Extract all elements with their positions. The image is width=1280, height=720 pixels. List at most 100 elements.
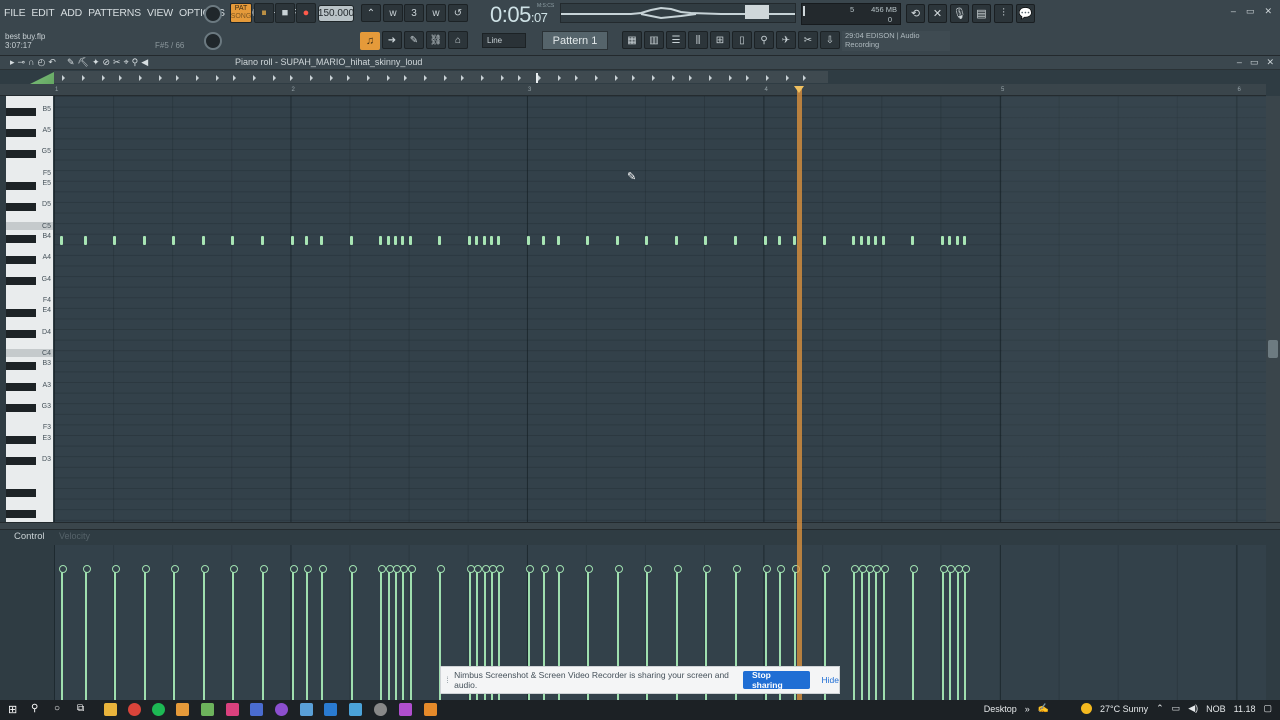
language-indicator[interactable]: NOB [1206, 704, 1226, 714]
note[interactable] [401, 236, 405, 245]
master-volume-knob[interactable] [204, 5, 222, 23]
app-blue-icon[interactable] [250, 703, 263, 716]
loop-record-icon[interactable]: ↺ [448, 4, 468, 22]
black-key[interactable] [6, 457, 36, 466]
black-key[interactable] [6, 181, 36, 190]
countdown-icon[interactable]: 3 [404, 4, 424, 22]
control-param-label[interactable]: Velocity [59, 531, 90, 541]
note[interactable] [615, 236, 619, 245]
black-key[interactable] [6, 128, 36, 137]
minimize-icon[interactable]: – [1231, 6, 1236, 17]
snap-icon[interactable]: ∩ [28, 57, 34, 68]
note[interactable] [490, 236, 494, 245]
velocity-bar[interactable] [947, 565, 956, 700]
note[interactable] [482, 236, 486, 245]
draw-tool-icon[interactable]: ✎ [67, 57, 75, 68]
velocity-bar[interactable] [141, 565, 150, 700]
note[interactable] [172, 236, 176, 245]
bar-ruler[interactable] [0, 84, 1266, 96]
steam-icon[interactable] [349, 703, 362, 716]
plugin-picker-icon[interactable]: ✕ [928, 4, 947, 23]
hide-banner-link[interactable]: Hide [822, 675, 839, 685]
weather-text[interactable]: 27°C Sunny [1100, 704, 1148, 714]
black-key[interactable] [6, 404, 36, 413]
velocity-bar[interactable] [289, 565, 298, 700]
zoom-tool-icon[interactable]: ⚲ [132, 57, 139, 68]
chevron-right-icon[interactable]: » [1025, 704, 1030, 714]
pattern-select[interactable]: Pattern 1 [542, 31, 608, 50]
velocity-bar[interactable] [112, 565, 121, 700]
note[interactable] [475, 236, 479, 245]
note[interactable] [793, 236, 797, 245]
maximize-icon[interactable]: ▭ [1246, 6, 1255, 17]
velocity-bar[interactable] [962, 565, 971, 700]
note[interactable] [497, 236, 501, 245]
velocity-bar[interactable] [82, 565, 91, 700]
nimbus-icon[interactable] [201, 703, 214, 716]
metronome-icon[interactable]: ⌃ [361, 4, 381, 22]
step-sequencer-icon[interactable]: ▥ [644, 31, 664, 49]
velocity-bar[interactable] [865, 565, 874, 700]
note[interactable] [386, 236, 390, 245]
velocity-bar[interactable] [200, 565, 209, 700]
note[interactable] [556, 236, 560, 245]
search-icon[interactable]: ⚲ [31, 703, 44, 716]
velocity-bar[interactable] [58, 565, 67, 700]
cortana-icon[interactable]: ○ [54, 703, 67, 716]
velocity-bar[interactable] [407, 565, 416, 700]
chrome-icon[interactable] [128, 703, 141, 716]
note[interactable] [379, 236, 383, 245]
menu-add[interactable]: ADD [61, 7, 83, 19]
select-tool-icon[interactable]: ⌖ [124, 57, 129, 68]
pattern-timeline-strip[interactable] [54, 71, 828, 83]
chat-icon[interactable]: 💬 [1016, 4, 1035, 23]
wrench-icon[interactable]: ✈ [776, 31, 796, 49]
note[interactable] [393, 236, 397, 245]
note[interactable] [852, 236, 856, 245]
paint-tool-icon[interactable]: ⛏ [78, 57, 89, 68]
note[interactable] [704, 236, 708, 245]
note[interactable] [955, 236, 959, 245]
note[interactable] [113, 236, 117, 245]
tempo-display[interactable]: 150.000 [318, 5, 354, 22]
minimize-icon[interactable]: – [1237, 57, 1242, 68]
task-view-icon[interactable]: ⧉ [77, 703, 90, 716]
tray-chevron-icon[interactable]: ⌃ [1156, 703, 1164, 714]
maximize-icon[interactable]: ▭ [1250, 57, 1259, 68]
velocity-bar[interactable] [230, 565, 239, 700]
stop-button[interactable]: ■ [275, 3, 295, 23]
velocity-bar[interactable] [392, 565, 401, 700]
menu-file[interactable]: FILE [4, 7, 26, 19]
black-key[interactable] [6, 234, 36, 243]
snap-select[interactable]: Line [482, 33, 526, 48]
note[interactable] [674, 236, 678, 245]
note[interactable] [948, 236, 952, 245]
mixer-icon[interactable]: ⫶ [994, 4, 1013, 23]
drag-handle-icon[interactable]: ⁞ [441, 675, 454, 685]
control-label[interactable]: Control [14, 531, 45, 542]
menu-edit[interactable]: EDIT [31, 7, 54, 19]
master-pitch-knob[interactable] [204, 32, 222, 50]
close-icon[interactable]: ✕ [1266, 57, 1274, 68]
velocity-bar[interactable] [873, 565, 882, 700]
file-explorer-icon[interactable] [104, 703, 117, 716]
note[interactable] [260, 236, 264, 245]
black-key[interactable] [6, 510, 36, 519]
playlist-icon[interactable]: ▦ [622, 31, 642, 49]
note[interactable] [881, 236, 885, 245]
note[interactable] [290, 236, 294, 245]
note[interactable] [83, 236, 87, 245]
download-icon[interactable]: ⇩ [820, 31, 840, 49]
settings-icon[interactable] [374, 703, 387, 716]
file-icon[interactable]: ▯ [732, 31, 752, 49]
spotify-icon[interactable] [152, 703, 165, 716]
render-icon[interactable]: ▤ [972, 4, 991, 23]
black-key[interactable] [6, 330, 36, 339]
clock-icon[interactable]: ◴ [38, 57, 46, 68]
velocity-bar[interactable] [348, 565, 357, 700]
menu-view[interactable]: VIEW [147, 7, 173, 19]
note[interactable] [527, 236, 530, 245]
undo-icon[interactable]: ↶ [48, 57, 56, 68]
app-dark-blue-icon[interactable] [324, 703, 337, 716]
velocity-bar[interactable] [851, 565, 860, 700]
